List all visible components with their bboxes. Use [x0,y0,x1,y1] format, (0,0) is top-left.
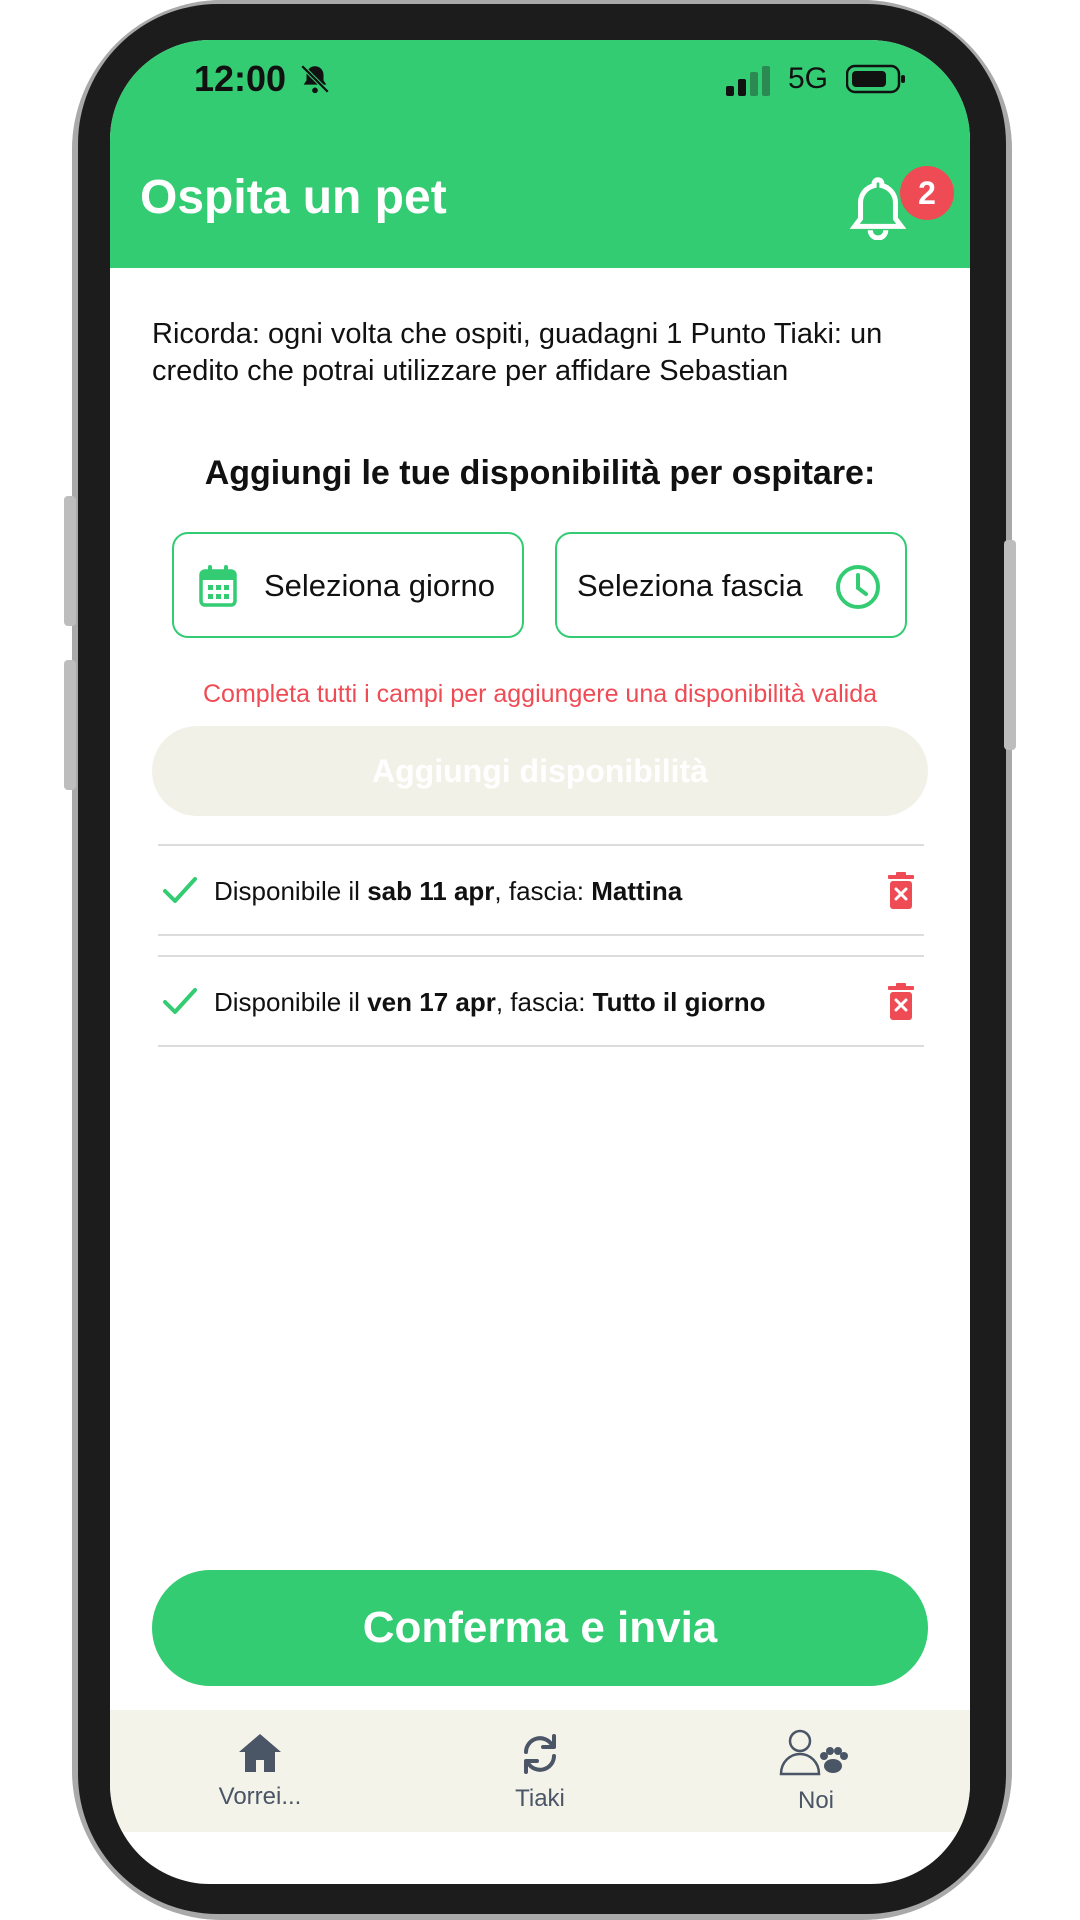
tab-label: Vorrei... [218,1783,302,1810]
home-icon [239,1734,281,1772]
notification-badge: 2 [900,166,954,220]
page-title: Ospita un pet [140,171,447,224]
bottom-tab-bar: Vorrei... Tiaki Noi [110,1710,970,1832]
select-day-field[interactable]: Seleziona giorno [172,532,524,638]
check-icon [163,988,197,1014]
battery-icon [846,64,905,94]
status-time: 12:00 [194,58,287,99]
validation-error: Completa tutti i campi per aggiungere un… [202,680,877,708]
signal-icon [726,66,770,96]
calendar-icon [199,565,237,607]
volume-up-button [64,496,76,626]
bell-muted-icon [300,64,330,94]
clock-icon [836,565,880,609]
add-availability-button[interactable]: Aggiungi disponibilità [152,726,928,816]
availability-row: Disponibile il ven 17 apr, fascia: Tutto… [158,955,924,1047]
select-slot-label: Seleziona fascia [577,568,803,603]
app-screen: 12:00 5G Ospita un pet 2 Ricorda: ogni v… [110,40,970,1884]
refresh-icon [524,1734,556,1774]
confirm-send-button[interactable]: Conferma e invia [152,1570,928,1686]
availability-section-title: Aggiungi le tue disponibilità per ospita… [204,454,876,492]
delete-icon[interactable] [886,872,916,910]
availability-row: Disponibile il sab 11 apr, fascia: Matti… [158,844,924,936]
tab-vorrei[interactable]: Vorrei... [160,1732,360,1811]
tab-label: Tiaki [515,1785,565,1812]
network-type: 5G [788,62,829,95]
delete-icon[interactable] [886,983,916,1021]
tab-noi[interactable]: Noi [716,1728,916,1815]
availability-row-text: Disponibile il ven 17 apr, fascia: Tutto… [214,987,766,1017]
tab-label: Noi [797,1787,834,1814]
header-bar: 12:00 5G Ospita un pet 2 [110,40,970,268]
power-button [1004,540,1016,750]
person-paw-icon [779,1729,848,1776]
tab-tiaki[interactable]: Tiaki [440,1732,640,1813]
volume-down-button [64,660,76,790]
select-slot-field[interactable]: Seleziona fascia [555,532,907,638]
availability-row-text: Disponibile il sab 11 apr, fascia: Matti… [214,876,683,906]
select-day-label: Seleziona giorno [264,568,495,603]
check-icon [163,877,197,903]
info-text: Ricorda: ogni volta che ospiti, guadagni… [152,318,883,387]
